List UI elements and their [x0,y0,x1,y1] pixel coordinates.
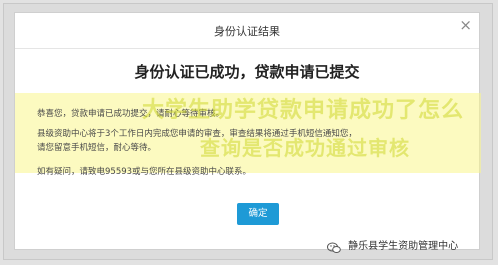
brand-signature: 静乐县学生资助管理中心 [327,234,458,253]
wechat-icon [327,239,341,253]
watermark-line-1: 大学生助学贷款申请成功了怎么 [142,98,465,123]
ok-button[interactable]: 确定 [237,203,279,225]
message-line-4: 如有疑问，请致电95593或与您所在县级资助中心联系。 [37,167,252,177]
dialog-title: 身份认证结果 [214,25,280,38]
dialog-header: 身份认证结果 × [15,13,479,49]
success-headline: 身份认证已成功，贷款申请已提交 [134,63,360,81]
result-dialog: 身份认证结果 × 身份认证已成功，贷款申请已提交 恭喜您，贷款申请已成功提交，请… [14,12,481,250]
brand-name: 静乐县学生资助管理中心 [348,241,459,252]
close-icon[interactable]: × [459,18,472,33]
message-line-3: 请您留意手机短信，耐心等待。 [37,143,157,153]
watermark-line-2: 查询是否成功通过审核 [200,136,410,160]
